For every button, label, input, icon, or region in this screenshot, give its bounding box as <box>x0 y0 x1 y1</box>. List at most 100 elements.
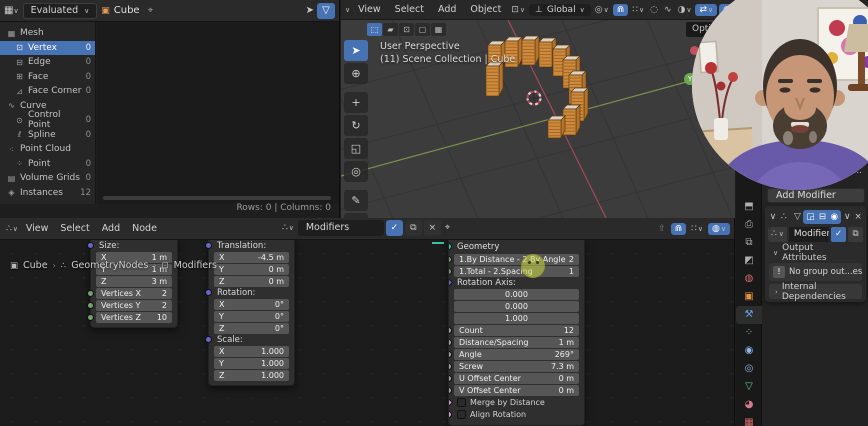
snap-target-icon[interactable]: ◎∨ <box>593 4 611 16</box>
output-tab-icon[interactable]: ⎙ <box>736 216 762 234</box>
bool-socket[interactable] <box>448 398 453 407</box>
geometry-socket[interactable] <box>448 243 452 250</box>
list-item[interactable]: ◈ Instances 12 <box>0 186 95 201</box>
node-row[interactable]: Vertices Y2 <box>96 299 172 311</box>
node-input-field[interactable]: 1.Total - 2.Spacing1 <box>454 266 579 277</box>
list-item[interactable]: ⊞ Face 0 <box>0 70 95 85</box>
node-input-field[interactable]: Count12 <box>454 325 579 336</box>
cube-node[interactable]: Size:X1 mY1 mZ3 mVertices X2Vertices Y2V… <box>90 236 178 328</box>
checkbox[interactable] <box>457 398 466 407</box>
parent-tree-icon[interactable]: ⇧ <box>656 223 668 235</box>
node-row[interactable]: Align Rotation <box>454 408 579 420</box>
nodetree-name-field[interactable]: Modifiers <box>789 227 829 242</box>
value-socket[interactable] <box>448 387 452 394</box>
unlink-icon[interactable]: × <box>424 220 441 236</box>
node-row[interactable]: Vertices X2 <box>96 287 172 299</box>
pin-icon[interactable]: ⌖ <box>148 5 154 16</box>
int-socket[interactable] <box>448 268 452 275</box>
node-input-field[interactable]: Z0° <box>214 323 289 334</box>
int-socket[interactable] <box>87 290 94 297</box>
move-tool-icon[interactable]: + <box>344 92 368 113</box>
geometry-node-editor[interactable]: ∴∨ View Select Add Node ∴∨ Modifiers ✓ ⧉… <box>0 218 735 426</box>
list-item[interactable]: ⁘ Point 0 <box>0 157 95 172</box>
menu-select[interactable]: Select <box>54 221 95 236</box>
node-row[interactable]: U Offset Center0 m <box>454 372 579 384</box>
pin-icon[interactable]: ⌖ <box>443 222 452 234</box>
value-socket[interactable] <box>448 327 452 334</box>
data-tab-icon[interactable]: ▽ <box>736 378 762 396</box>
transform-node[interactable]: Translation:X-4.5 mY0 mZ0 mRotation:X0°Y… <box>208 236 295 386</box>
checkbox[interactable] <box>457 410 466 419</box>
add-modifier-button[interactable]: Add Modifier <box>767 188 865 203</box>
viewport-3d[interactable]: ∨ View Select Add Object ⊡∨ ⊥ Global∨ ◎∨… <box>341 0 735 218</box>
editor-type-icon[interactable]: ∴∨ <box>4 223 20 235</box>
node-input-field[interactable]: X1.000 <box>214 346 289 357</box>
node-input-field[interactable]: 0.000 <box>454 301 579 312</box>
node-input-field[interactable]: 1.000 <box>454 313 579 324</box>
tree-name-field[interactable]: Modifiers <box>298 220 384 236</box>
horizontal-scrollbar[interactable] <box>103 196 331 200</box>
transform-tool-icon[interactable]: ◎ <box>344 161 368 182</box>
proportional-falloff-icon[interactable]: ◌ <box>648 4 660 16</box>
list-item[interactable]: ▦ Mesh <box>0 26 95 41</box>
node-input-field[interactable]: Y0 m <box>214 264 289 275</box>
value-socket[interactable] <box>448 339 452 346</box>
vector-socket[interactable] <box>448 278 453 287</box>
fake-user-shield-icon[interactable]: ✓ <box>386 220 403 236</box>
node-row[interactable]: Vertices Z10 <box>96 311 172 323</box>
fake-user-shield-icon[interactable]: ✓ <box>831 227 846 242</box>
value-socket[interactable] <box>448 363 452 370</box>
world-tab-icon[interactable]: ◍ <box>736 270 762 288</box>
vector-socket[interactable] <box>205 289 212 296</box>
browse-nodetree-icon[interactable]: ∴∨ <box>768 227 787 242</box>
scale-tool-icon[interactable]: ◱ <box>344 138 368 159</box>
menu-select[interactable]: Select <box>389 2 430 17</box>
group-input-node[interactable]: Geometry1.By Distance - 2.By Angle21.Tot… <box>448 236 585 426</box>
menu-node[interactable]: Node <box>126 221 163 236</box>
node-input-field[interactable]: X-4.5 m <box>214 252 289 263</box>
physics-tab-icon[interactable]: ◉ <box>736 342 762 360</box>
node-row[interactable]: Count12 <box>454 324 579 336</box>
copy-icon[interactable]: ⧉ <box>848 227 863 242</box>
node-input-field[interactable]: Distance/Spacing1 m <box>454 337 579 348</box>
mode-collapse-icon[interactable]: ∨ <box>345 6 350 14</box>
value-socket[interactable] <box>448 375 452 382</box>
overlays-icon[interactable]: ◍∨ <box>708 223 730 235</box>
node-input-field[interactable]: Z3 m <box>96 276 172 287</box>
modifiers-tab-icon[interactable]: ⚒ <box>736 306 762 324</box>
list-item[interactable]: ⊡ Vertex 0 <box>0 41 95 56</box>
particles-tab-icon[interactable]: ⁘ <box>736 324 762 342</box>
object-tab-icon[interactable]: ▣ <box>736 288 762 306</box>
vector-socket[interactable] <box>87 242 94 249</box>
node-row[interactable]: Z0° <box>214 322 289 334</box>
vector-socket[interactable] <box>205 242 212 249</box>
node-row[interactable]: 1.000 <box>454 312 579 324</box>
node-row[interactable]: Z0 m <box>214 275 289 287</box>
node-input-field[interactable]: Vertices X2 <box>96 288 172 299</box>
node-input-field[interactable]: 0.000 <box>454 289 579 300</box>
transform-pivot-icon[interactable]: ⊡∨ <box>509 4 527 16</box>
list-item[interactable]: ▤ Volume Grids 0 <box>0 171 95 186</box>
node-input-field[interactable]: Vertices Y2 <box>96 300 172 311</box>
node-row[interactable]: 0.000 <box>454 300 579 312</box>
int-socket[interactable] <box>87 302 94 309</box>
node-row[interactable]: Y0 m <box>214 263 289 275</box>
tweak-tool-icon[interactable]: ⬚ <box>367 23 382 36</box>
annotate-tool-icon[interactable]: ✎ <box>344 190 368 211</box>
funnel-icon[interactable]: ▽ <box>793 212 803 222</box>
list-item[interactable]: ⊟ Edge 0 <box>0 55 95 70</box>
cursor-tool-icon[interactable]: ⊕ <box>344 63 368 84</box>
menu-view[interactable]: View <box>20 221 55 236</box>
lasso-select-icon[interactable]: ▢ <box>415 23 430 36</box>
node-input-field[interactable]: Angle269° <box>454 349 579 360</box>
node-input-field[interactable]: 1.By Distance - 2.By Angle2 <box>454 254 579 265</box>
bool-socket[interactable] <box>448 411 452 418</box>
render-display-icon[interactable]: ◉ <box>829 212 839 222</box>
gizmos-icon[interactable]: ⇄∨ <box>695 4 717 16</box>
magnet-snap-icon[interactable]: ⋒ <box>613 4 629 16</box>
node-input-field[interactable]: Z1.000 <box>214 370 289 381</box>
node-row[interactable]: V Offset Center0 m <box>454 384 579 396</box>
menu-add[interactable]: Add <box>96 221 126 236</box>
list-item[interactable]: ⁖ Point Cloud <box>0 142 95 157</box>
circle-select-icon[interactable]: ⊡ <box>399 23 414 36</box>
